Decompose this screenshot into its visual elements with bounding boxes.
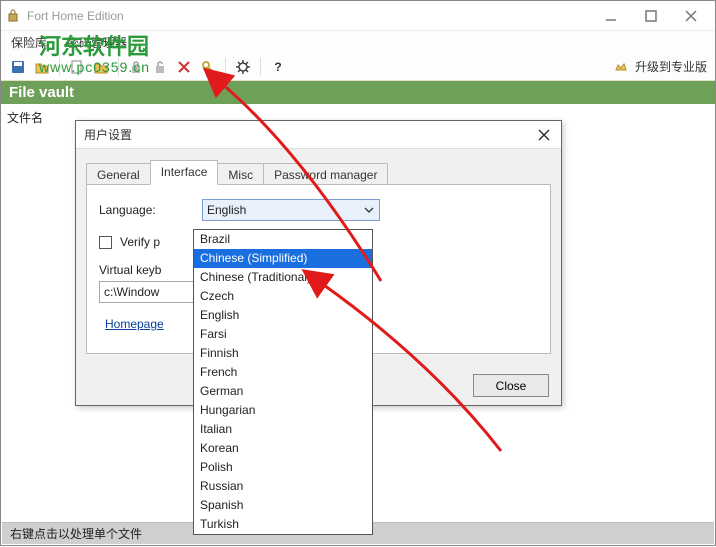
language-option[interactable]: French <box>194 363 372 382</box>
virtual-keyboard-path-value: c:\Window <box>104 285 159 299</box>
key-icon[interactable] <box>199 58 217 76</box>
minimize-button[interactable] <box>591 2 631 30</box>
file-vault-label: File vault <box>9 84 74 101</box>
language-option[interactable]: Polish <box>194 458 372 477</box>
language-option[interactable]: Chinese (Traditional) <box>194 268 372 287</box>
file-vault-bar: File vault <box>1 81 715 104</box>
language-option[interactable]: Czech <box>194 287 372 306</box>
titlebar: Fort Home Edition <box>1 1 715 31</box>
dialog-tabstrip: General Interface Misc Password manager <box>86 159 551 184</box>
language-option[interactable]: Farsi <box>194 325 372 344</box>
dialog-close-icon[interactable] <box>535 126 553 144</box>
language-dropdown-list[interactable]: BrazilChinese (Simplified)Chinese (Tradi… <box>193 229 373 535</box>
dialog-titlebar: 用户设置 <box>76 121 561 149</box>
tab-misc[interactable]: Misc <box>217 163 264 186</box>
tab-password-manager[interactable]: Password manager <box>263 163 388 186</box>
language-combo-text: English <box>207 203 363 217</box>
close-button[interactable] <box>671 2 711 30</box>
language-option[interactable]: German <box>194 382 372 401</box>
upgrade-link[interactable]: 升级到专业版 <box>635 58 707 75</box>
chevron-down-icon <box>363 205 375 215</box>
tab-general[interactable]: General <box>86 163 151 186</box>
verify-checkbox[interactable] <box>99 236 112 249</box>
close-button-label: Close <box>496 379 527 393</box>
statusbar-text: 右键点击以处理单个文件 <box>10 525 142 542</box>
delete-icon[interactable] <box>175 58 193 76</box>
virtual-keyboard-label: Virtual keyb <box>99 263 194 277</box>
file-new-icon[interactable] <box>68 58 86 76</box>
language-option[interactable]: Brazil <box>194 230 372 249</box>
file-open-icon[interactable] <box>92 58 110 76</box>
menubar: 保险库 密码管理器 <box>1 31 715 53</box>
gear-icon[interactable] <box>234 58 252 76</box>
close-button[interactable]: Close <box>473 374 549 397</box>
verify-label: Verify p <box>120 235 160 249</box>
language-label: Language: <box>99 203 194 217</box>
lock-icon[interactable] <box>127 58 145 76</box>
language-option[interactable]: Chinese (Simplified) <box>194 249 372 268</box>
dialog-title: 用户设置 <box>84 126 535 143</box>
app-icon <box>5 8 21 24</box>
menu-password-manager[interactable]: 密码管理器 <box>63 32 131 53</box>
help-icon[interactable]: ? <box>269 58 287 76</box>
language-option[interactable]: Korean <box>194 439 372 458</box>
maximize-button[interactable] <box>631 2 671 30</box>
language-option[interactable]: Italian <box>194 420 372 439</box>
toolbar: ? 升级到专业版 <box>1 53 715 81</box>
save-icon[interactable] <box>9 58 27 76</box>
language-option[interactable]: Hungarian <box>194 401 372 420</box>
language-option[interactable]: Turkish <box>194 515 372 534</box>
menu-vault[interactable]: 保险库 <box>7 32 51 53</box>
upgrade-icon <box>613 59 629 75</box>
window-title: Fort Home Edition <box>27 9 124 23</box>
unlock-icon[interactable] <box>151 58 169 76</box>
tab-interface[interactable]: Interface <box>150 160 219 185</box>
language-option[interactable]: Russian <box>194 477 372 496</box>
language-combo[interactable]: English <box>202 199 380 221</box>
language-option[interactable]: Spanish <box>194 496 372 515</box>
language-option[interactable]: English <box>194 306 372 325</box>
open-icon[interactable] <box>33 58 51 76</box>
language-option[interactable]: Finnish <box>194 344 372 363</box>
